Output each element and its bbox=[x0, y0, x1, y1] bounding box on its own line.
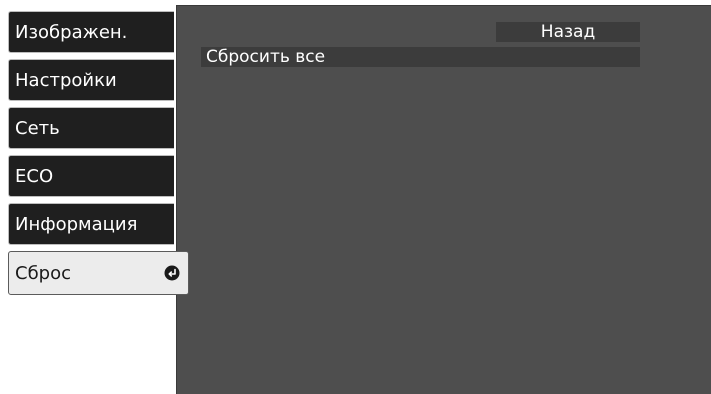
sidebar-item-settings[interactable]: Настройки bbox=[8, 59, 174, 101]
sidebar-item-label: Настройки bbox=[15, 70, 117, 91]
sidebar-item-network[interactable]: Сеть bbox=[8, 107, 174, 149]
reset-all-item[interactable]: Сбросить все bbox=[201, 47, 640, 67]
sidebar-item-label: ECO bbox=[15, 166, 54, 187]
sidebar-item-eco[interactable]: ECO bbox=[8, 155, 174, 197]
sidebar-item-image[interactable]: Изображен. bbox=[8, 11, 174, 53]
sidebar-item-reset[interactable]: Сброс bbox=[8, 251, 189, 295]
back-button[interactable]: Назад bbox=[496, 22, 640, 42]
enter-icon bbox=[164, 265, 180, 281]
sidebar-item-label: Сброс bbox=[15, 263, 72, 284]
sidebar-item-label: Информация bbox=[15, 214, 138, 235]
sidebar-item-info[interactable]: Информация bbox=[8, 203, 174, 245]
sidebar-item-label: Сеть bbox=[15, 118, 60, 139]
sidebar-item-label: Изображен. bbox=[15, 22, 128, 43]
